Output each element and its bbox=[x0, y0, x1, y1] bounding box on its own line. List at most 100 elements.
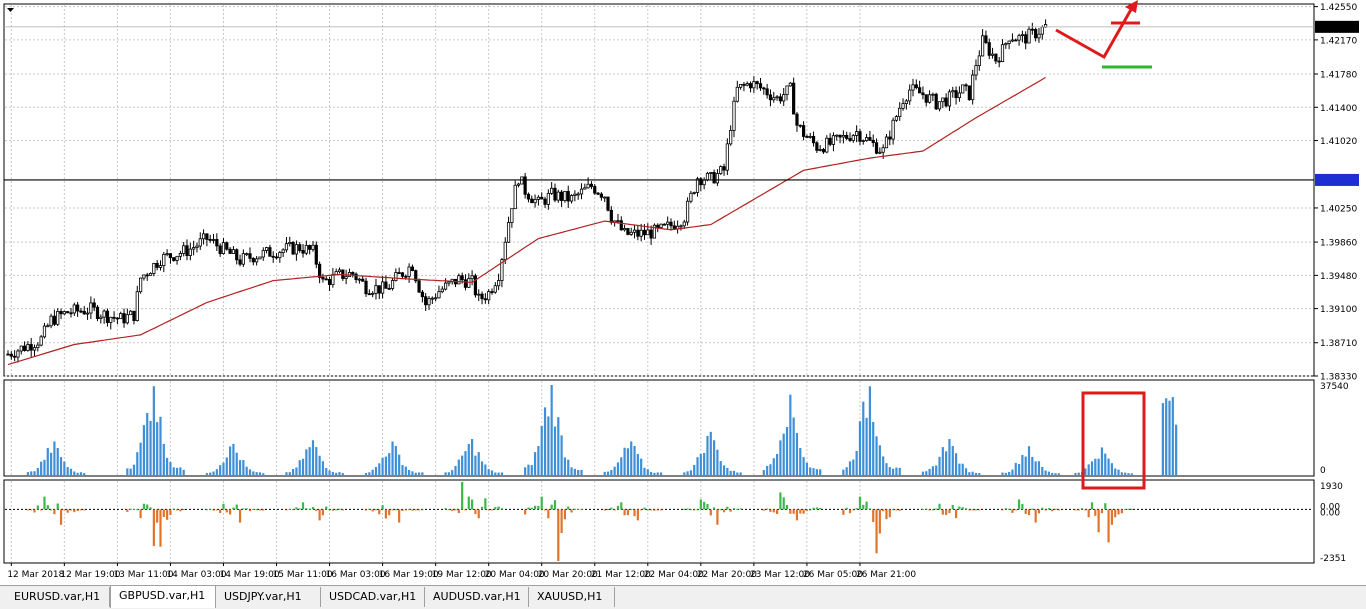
volume-bar bbox=[802, 457, 805, 475]
delta-bar bbox=[633, 509, 636, 517]
delta-bar bbox=[736, 508, 739, 510]
candle-body bbox=[115, 317, 119, 320]
candle-body bbox=[397, 272, 401, 274]
volume-bar bbox=[537, 445, 540, 475]
y-tick-label: 1.38710 bbox=[1320, 339, 1357, 349]
candle-body bbox=[656, 224, 660, 228]
candle-body bbox=[188, 248, 192, 256]
candle-body bbox=[1024, 34, 1028, 44]
volume-bar bbox=[580, 469, 583, 475]
candle-body bbox=[550, 187, 554, 194]
candle-body bbox=[52, 315, 57, 325]
volume-bar bbox=[1051, 472, 1054, 475]
candle-body bbox=[669, 221, 673, 227]
candle-body bbox=[158, 265, 163, 268]
candle bbox=[314, 241, 318, 269]
delta-bar bbox=[630, 509, 633, 511]
candle-body bbox=[1020, 34, 1024, 37]
volume-bar bbox=[729, 470, 732, 475]
volume-bar bbox=[1054, 473, 1057, 475]
candle-body bbox=[579, 188, 584, 195]
volume-bar bbox=[262, 473, 265, 475]
delta-bar bbox=[262, 509, 265, 511]
candle-body bbox=[19, 345, 23, 352]
candle-body bbox=[168, 253, 173, 259]
candle bbox=[652, 223, 657, 239]
delta-bar bbox=[563, 509, 567, 520]
delta-bar bbox=[1044, 509, 1047, 511]
y-tick-label: 1.39860 bbox=[1320, 239, 1357, 249]
candle-body bbox=[29, 344, 33, 351]
tab-eurusd-var-h1[interactable]: EURUSD.var,H1 bbox=[6, 587, 110, 607]
delta-bar bbox=[782, 497, 785, 510]
volume-bar bbox=[321, 461, 325, 475]
x-tick-label: 16 Mar 03:00 bbox=[326, 570, 386, 580]
delta-bar bbox=[779, 492, 782, 510]
delta-bar bbox=[408, 509, 411, 511]
candle-body bbox=[894, 116, 899, 121]
delta-bar bbox=[73, 509, 76, 513]
volume-bar bbox=[404, 466, 407, 475]
volume-bar bbox=[603, 471, 606, 475]
volume-bar bbox=[848, 461, 852, 475]
candle-body bbox=[410, 266, 415, 271]
volume-bar bbox=[1117, 469, 1120, 475]
candle bbox=[39, 334, 43, 347]
delta-bar bbox=[1037, 509, 1041, 514]
candle-body bbox=[626, 228, 630, 235]
volume-bar bbox=[179, 467, 182, 475]
delta-bar bbox=[931, 509, 934, 511]
candle-body bbox=[327, 279, 332, 285]
candle-body bbox=[314, 244, 318, 265]
candle-body bbox=[129, 310, 133, 316]
delta-bar bbox=[613, 509, 616, 511]
delta-bar bbox=[411, 509, 414, 511]
delta-bar bbox=[799, 509, 802, 514]
volume-bar bbox=[480, 461, 484, 475]
tab-audusd-var-h1[interactable]: AUDUSD.var,H1 bbox=[425, 587, 529, 607]
volume-y-tick-label: 37540 bbox=[1320, 382, 1349, 392]
volume-bar bbox=[878, 445, 881, 475]
delta-bar bbox=[1051, 509, 1054, 512]
volume-bar bbox=[739, 472, 742, 475]
volume-bar bbox=[1021, 454, 1024, 475]
volume-bar bbox=[401, 465, 404, 475]
candle-body bbox=[142, 274, 146, 279]
volume-bar bbox=[709, 431, 712, 475]
delta-bar bbox=[368, 508, 371, 510]
candle-body bbox=[715, 173, 720, 184]
delta-bar bbox=[1114, 509, 1117, 518]
candle-body bbox=[931, 93, 935, 96]
candle-body bbox=[838, 134, 842, 138]
volume-bar bbox=[789, 394, 792, 475]
delta-bar bbox=[252, 509, 255, 511]
volume-bar bbox=[540, 426, 543, 475]
volume-bar bbox=[550, 385, 553, 475]
gbpusd-chart[interactable]: 1.42550 1.42170 1.41780 1.41400 1.41020 1.402… bbox=[0, 0, 1366, 585]
candle-body bbox=[1010, 39, 1015, 42]
delta-bar bbox=[858, 496, 862, 510]
volume-bar bbox=[524, 467, 527, 475]
volume-bar bbox=[245, 466, 248, 475]
candle-body bbox=[825, 137, 829, 153]
candle-body bbox=[1000, 44, 1005, 63]
delta-bar bbox=[809, 509, 812, 511]
candle bbox=[95, 304, 100, 322]
candle-body bbox=[99, 316, 103, 319]
volume-bar bbox=[630, 441, 633, 475]
delta-bar bbox=[464, 509, 467, 511]
tab-usdcad-var-h1[interactable]: USDCAD.var,H1 bbox=[321, 587, 425, 607]
tab-gbpusd-var-h1[interactable]: GBPUSD.var,H1 bbox=[110, 586, 216, 608]
delta-bar bbox=[374, 509, 378, 511]
delta-bar bbox=[626, 509, 630, 516]
volume-bar bbox=[308, 447, 311, 475]
delta-bar bbox=[706, 503, 709, 510]
candle-body bbox=[487, 291, 491, 301]
tab-usdjpy-var-h1[interactable]: USDJPY.var,H1 bbox=[216, 587, 321, 607]
tab-xauusd-h1[interactable]: XAUUSD,H1 bbox=[529, 587, 615, 607]
delta-bar bbox=[152, 509, 155, 547]
volume-bar bbox=[384, 456, 388, 475]
candle-body bbox=[705, 172, 710, 181]
volume-bar bbox=[719, 461, 722, 475]
delta-bar bbox=[703, 501, 706, 510]
